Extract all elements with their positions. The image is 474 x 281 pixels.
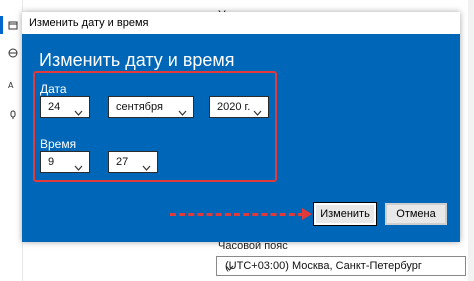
minute-value: 27 (116, 156, 129, 168)
cancel-button[interactable]: Отмена (385, 203, 447, 225)
speech-icon[interactable]: A (8, 80, 18, 90)
svg-text:A: A (8, 81, 14, 90)
screen: A Установить время автоматически Часовой… (0, 0, 474, 281)
chevron-down-icon (253, 103, 262, 121)
change-date-time-dialog: Изменить дату и время Изменить дату и вр… (22, 12, 460, 242)
year-value: 2020 г. (217, 101, 251, 113)
chevron-down-icon (142, 158, 151, 176)
calendar-icon[interactable] (8, 20, 18, 30)
hour-value: 9 (48, 156, 55, 168)
chevron-down-icon (74, 158, 83, 176)
date-label: Дата (40, 82, 67, 96)
day-select[interactable]: 24 (40, 96, 90, 118)
timezone-select[interactable]: (UTC+03:00) Москва, Санкт-Петербург (216, 256, 466, 276)
month-select[interactable]: сентября (108, 96, 194, 118)
day-value: 24 (48, 101, 61, 113)
chevron-down-icon (178, 103, 187, 121)
settings-nav: A (0, 0, 23, 281)
change-button[interactable]: Изменить (313, 202, 377, 226)
microphone-icon[interactable] (8, 110, 18, 120)
scrollbar[interactable] (468, 0, 474, 281)
month-value: сентября (116, 101, 163, 113)
nav-active-indicator (0, 16, 3, 34)
language-icon[interactable] (8, 48, 18, 58)
hour-select[interactable]: 9 (40, 151, 90, 173)
annotation-arrow-head (302, 208, 312, 220)
annotation-arrow (170, 213, 304, 216)
time-label: Время (40, 137, 77, 151)
chevron-down-icon (74, 103, 83, 121)
chevron-down-icon (225, 262, 459, 274)
minute-select[interactable]: 27 (108, 151, 158, 173)
year-select[interactable]: 2020 г. (209, 96, 269, 118)
dialog-titlebar: Изменить дату и время (22, 12, 460, 34)
dialog-window-title: Изменить дату и время (29, 17, 149, 29)
dialog-heading: Изменить дату и время (39, 50, 235, 70)
